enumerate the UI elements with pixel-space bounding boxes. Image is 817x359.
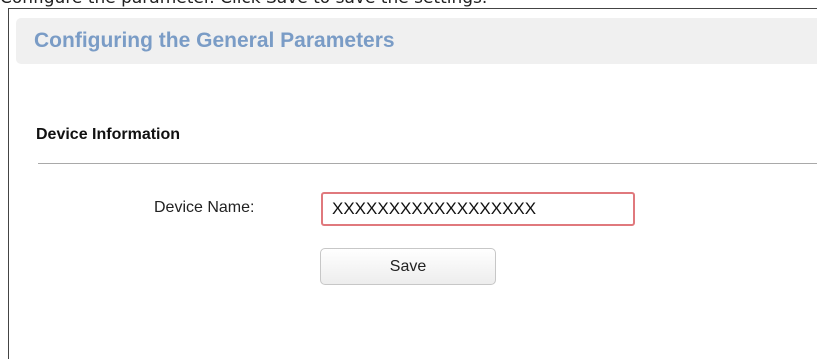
device-name-input[interactable] bbox=[321, 192, 635, 226]
document-instruction-text: Configure the parameter. Click Save to s… bbox=[0, 0, 817, 8]
section-divider bbox=[38, 163, 817, 164]
section-title-device-information: Device Information bbox=[36, 126, 181, 143]
save-button[interactable]: Save bbox=[320, 248, 496, 285]
panel-title: Configuring the General Parameters bbox=[34, 29, 395, 52]
device-name-label: Device Name: bbox=[154, 199, 255, 216]
panel-title-bar: Configuring the General Parameters bbox=[16, 18, 817, 64]
